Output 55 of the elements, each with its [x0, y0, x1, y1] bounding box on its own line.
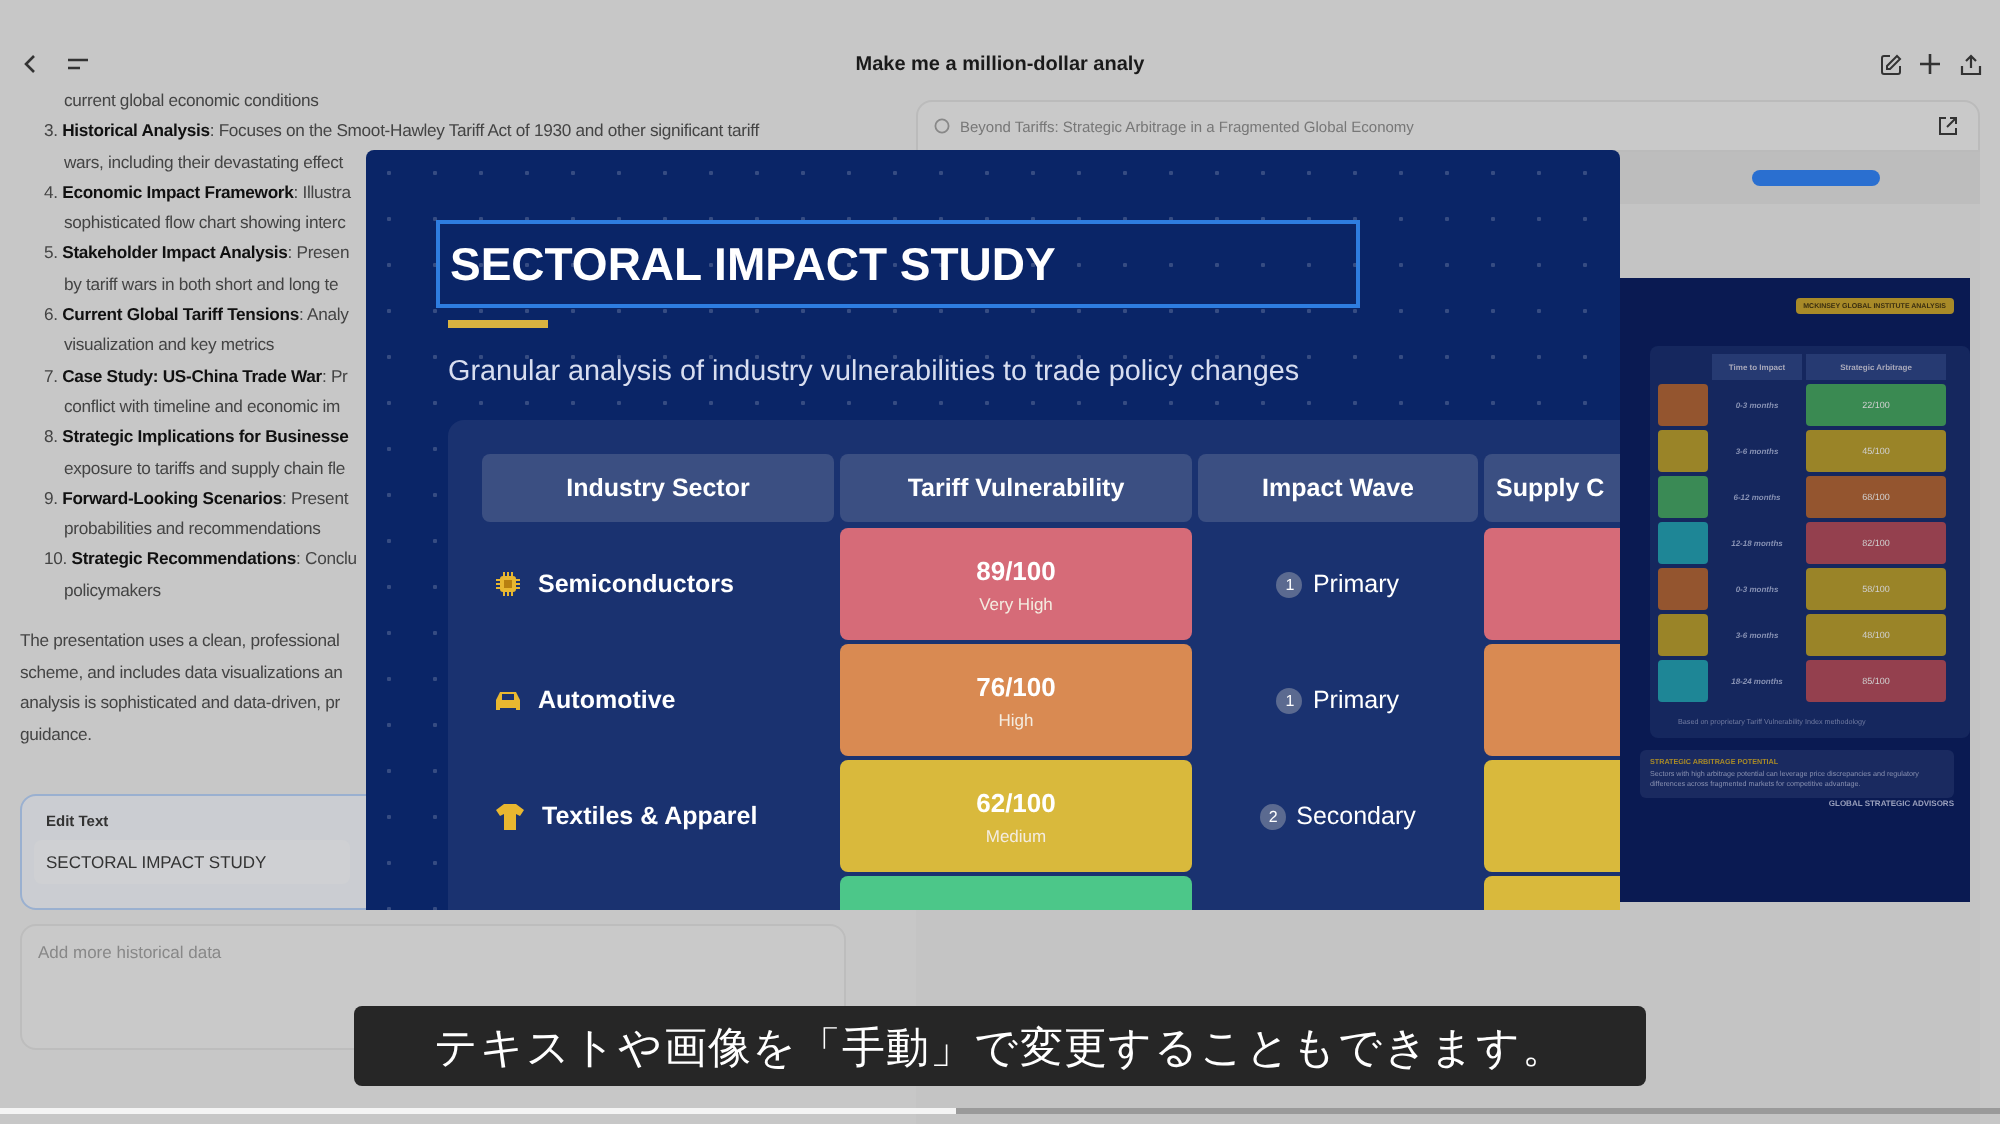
vulnerability-rating: High: [998, 709, 1034, 729]
slides-icon: [934, 118, 950, 134]
column-header: Tariff Vulnerability: [840, 454, 1192, 522]
car-icon: [494, 688, 522, 712]
slide-title[interactable]: SECTORAL IMPACT STUDY: [436, 220, 1360, 308]
plus-icon[interactable]: [1916, 50, 1944, 78]
caption-toast: テキストや画像を「手動」で変更することもできます。: [354, 1006, 1646, 1086]
shirt-icon: [494, 802, 526, 830]
column-header: Impact Wave: [1198, 454, 1478, 522]
list-item-line: visualization and key metrics: [62, 332, 275, 359]
external-link-icon[interactable]: [1934, 112, 1962, 140]
wave-label: Secondary: [1296, 802, 1416, 830]
wave-label: Primary: [1312, 570, 1400, 598]
list-item-line: exposure to tariffs and supply chain fle: [62, 455, 346, 482]
list-item-line: probabilities and recommendations: [62, 516, 321, 543]
paragraph-line: guidance.: [18, 721, 92, 748]
paragraph-line: scheme, and includes data visualizations an: [18, 659, 343, 686]
chip-icon: [494, 570, 522, 598]
vulnerability-score: 62/100: [976, 787, 1056, 817]
list-item-line: 5. Stakeholder Impact Analysis: Presen: [42, 240, 350, 267]
vulnerability-rating: Very High: [979, 593, 1053, 613]
list-item-line: policymakers: [62, 577, 161, 604]
wave-number: 2: [1260, 803, 1287, 829]
list-item-line: 8. Strategic Implications for Businesse: [42, 424, 349, 451]
vulnerability-score: 89/100: [976, 555, 1056, 585]
wave-number: 1: [1276, 687, 1303, 713]
sector-name: Textiles & Apparel: [542, 802, 758, 830]
title-accent: [448, 320, 548, 328]
vulnerability-score: 76/100: [976, 671, 1056, 701]
paragraph-line: analysis is sophisticated and data-driven, pr: [18, 690, 340, 717]
paragraph-line: The presentation uses a clean, professional: [18, 628, 340, 655]
list-item-line: sophisticated flow chart showing interc: [62, 210, 346, 237]
sector-name: Semiconductors: [538, 570, 734, 598]
sector-name: Automotive: [538, 686, 676, 714]
list-item-line: conflict with timeline and economic im: [62, 393, 341, 420]
progress-track[interactable]: [0, 1108, 2000, 1114]
share-icon[interactable]: [1956, 50, 1984, 78]
slide-subtitle: Granular analysis of industry vulnerabilities to trade policy changes: [448, 356, 1302, 388]
list-item-line: 9. Forward-Looking Scenarios: Present: [42, 485, 349, 512]
chat-title: Make me a million-dollar analy: [855, 53, 1145, 75]
list-item-line: wars, including their devastating effect: [62, 149, 344, 176]
wave-number: 1: [1276, 571, 1303, 597]
vulnerability-rating: Medium: [985, 825, 1047, 845]
list-item-line: by tariff wars in both short and long te: [62, 271, 339, 298]
list-item-line: current global economic conditions: [62, 88, 319, 114]
edit-text-field[interactable]: SECTORAL IMPACT STUDY: [34, 840, 350, 885]
wave-label: Primary: [1312, 686, 1400, 714]
column-header: Industry Sector: [482, 454, 834, 522]
edit-icon[interactable]: [1876, 50, 1904, 78]
list-item-line: 7. Case Study: US-China Trade War: Pr: [42, 363, 348, 390]
list-item-line: 3. Historical Analysis: Focuses on the Smoot-Hawley Tariff Act of 1930 and other significant tariff: [42, 118, 759, 145]
list-item-line: 6. Current Global Tariff Tensions: Analy: [42, 302, 349, 329]
list-item-line: 10. Strategic Recommendations: Conclu: [42, 546, 357, 573]
list-item-line: 4. Economic Impact Framework: Illustra: [42, 179, 351, 206]
column-header: Supply C: [1484, 454, 1620, 522]
